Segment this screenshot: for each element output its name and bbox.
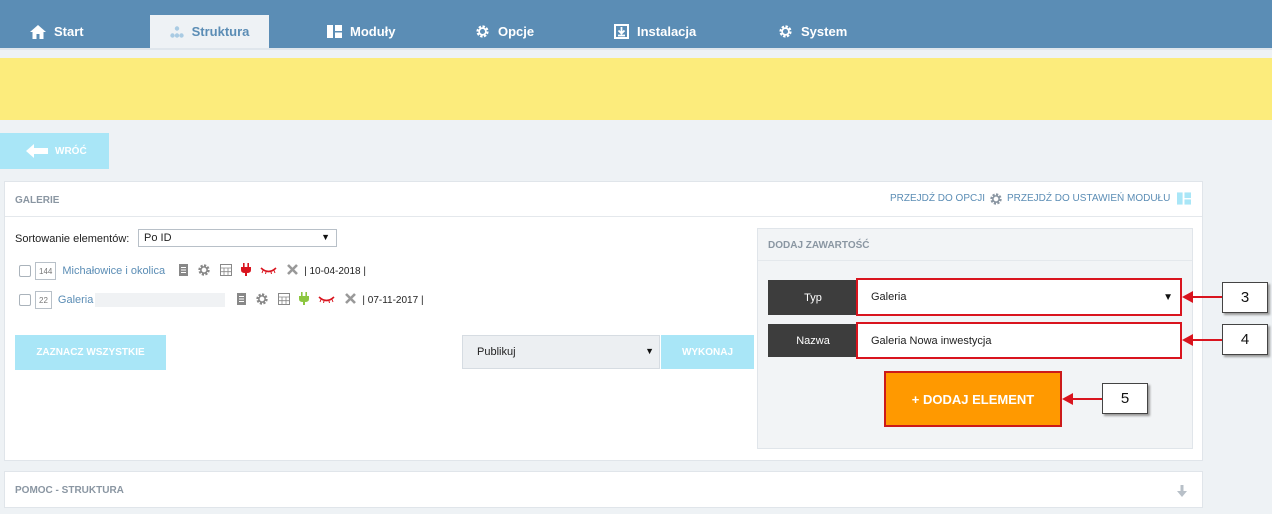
document-icon[interactable] bbox=[179, 263, 189, 279]
arrow-left-icon bbox=[26, 144, 48, 158]
gear-icon bbox=[476, 25, 489, 38]
eye-icon[interactable] bbox=[260, 265, 277, 277]
nav-divider bbox=[0, 48, 1272, 50]
item-date: | 07-11-2017 | bbox=[362, 294, 424, 306]
gear-icon[interactable] bbox=[989, 192, 1003, 206]
action-select[interactable]: Publikuj ▼ bbox=[462, 335, 660, 369]
tab-system[interactable]: System bbox=[778, 15, 847, 48]
calendar-icon[interactable] bbox=[278, 292, 291, 308]
caret-down-icon: ▼ bbox=[1163, 292, 1173, 303]
type-label: Typ bbox=[768, 280, 858, 315]
callout-arrow bbox=[1192, 296, 1222, 298]
name-label: Nazwa bbox=[768, 324, 858, 357]
panel-divider bbox=[5, 216, 444, 217]
item-checkbox[interactable] bbox=[19, 294, 31, 306]
plug-icon[interactable] bbox=[299, 292, 310, 308]
eye-icon[interactable] bbox=[318, 294, 335, 306]
gear-icon[interactable] bbox=[197, 263, 211, 280]
action-select-value: Publikuj bbox=[477, 346, 516, 358]
tab-opcje-label: Opcje bbox=[498, 24, 535, 39]
redacted-text bbox=[95, 293, 226, 307]
callout-arrow-head bbox=[1182, 334, 1193, 346]
callout-5: 5 bbox=[1102, 383, 1148, 414]
top-navigation: Start Struktura Moduły Opcje Instalacja … bbox=[0, 0, 1272, 48]
link-options[interactable]: PRZEJDŹ DO OPCJI bbox=[890, 193, 985, 204]
add-element-button[interactable]: + DODAJ ELEMENT bbox=[884, 371, 1062, 427]
tab-instalacja-label: Instalacja bbox=[637, 24, 697, 39]
modules-icon bbox=[327, 25, 342, 38]
notification-banner bbox=[0, 58, 1272, 120]
callout-3: 3 bbox=[1222, 282, 1268, 313]
back-button[interactable]: WRÓĆ bbox=[0, 133, 109, 169]
modules-icon[interactable] bbox=[1177, 192, 1191, 205]
callout-4: 4 bbox=[1222, 324, 1268, 355]
name-input[interactable]: Galeria Nowa inwestycja bbox=[856, 322, 1182, 359]
gallery-panel-title: GALERIE bbox=[15, 195, 60, 206]
plug-icon[interactable] bbox=[241, 263, 252, 279]
callout-arrow-head bbox=[1062, 393, 1073, 405]
tab-system-label: System bbox=[801, 24, 848, 39]
close-icon[interactable] bbox=[287, 264, 298, 278]
tab-opcje[interactable]: Opcje bbox=[475, 15, 534, 48]
item-id: 22 bbox=[35, 291, 52, 309]
add-content-title: DODAJ ZAWARTOŚĆ bbox=[768, 240, 870, 251]
item-date: | 10-04-2018 | bbox=[304, 265, 366, 277]
callout-arrow bbox=[1072, 398, 1102, 400]
help-panel[interactable] bbox=[4, 471, 1203, 508]
gear-icon[interactable] bbox=[255, 292, 269, 309]
type-select[interactable]: Galeria ▼ bbox=[856, 278, 1182, 316]
tab-struktura[interactable]: Struktura bbox=[150, 15, 269, 48]
type-select-value: Galeria bbox=[871, 291, 907, 303]
list-item: 22 Galeria | 07-11-2017 | bbox=[19, 290, 424, 310]
tab-start[interactable]: Start bbox=[30, 15, 84, 48]
callout-arrow-head bbox=[1182, 291, 1193, 303]
link-module-settings[interactable]: PRZEJDŹ DO USTAWIEŃ MODUŁU bbox=[1007, 193, 1170, 204]
panel-divider bbox=[444, 216, 1202, 217]
tab-moduly-label: Moduły bbox=[350, 24, 396, 39]
home-icon bbox=[30, 24, 46, 39]
execute-button[interactable]: WYKONAJ bbox=[661, 335, 754, 369]
arrow-down-icon[interactable] bbox=[1177, 485, 1187, 497]
item-checkbox[interactable] bbox=[19, 265, 31, 277]
calendar-icon[interactable] bbox=[220, 263, 233, 279]
sort-label: Sortowanie elementów: bbox=[15, 233, 130, 245]
callout-arrow bbox=[1192, 339, 1222, 341]
item-name[interactable]: Michałowice i okolica bbox=[62, 265, 165, 277]
tab-moduly[interactable]: Moduły bbox=[327, 15, 396, 48]
document-icon[interactable] bbox=[237, 292, 247, 308]
item-name[interactable]: Galeria bbox=[58, 294, 93, 306]
caret-down-icon: ▼ bbox=[321, 232, 330, 242]
tab-start-label: Start bbox=[54, 24, 84, 39]
close-icon[interactable] bbox=[345, 293, 357, 307]
sort-select[interactable]: Po ID ▼ bbox=[138, 229, 337, 247]
gear-icon bbox=[779, 25, 792, 38]
sitemap-icon bbox=[169, 25, 184, 38]
tab-struktura-label: Struktura bbox=[191, 24, 250, 39]
help-panel-title: POMOC - STRUKTURA bbox=[15, 485, 124, 496]
box-divider bbox=[758, 260, 1192, 261]
tab-instalacja[interactable]: Instalacja bbox=[614, 15, 696, 48]
item-id: 144 bbox=[35, 262, 57, 280]
list-item: 144 Michałowice i okolica | 10-04-2018 | bbox=[19, 261, 366, 281]
install-icon bbox=[614, 24, 629, 39]
sort-select-value: Po ID bbox=[144, 232, 172, 244]
back-button-label: WRÓĆ bbox=[55, 145, 87, 157]
select-all-button[interactable]: ZAZNACZ WSZYSTKIE bbox=[15, 335, 166, 370]
caret-down-icon: ▼ bbox=[645, 346, 654, 356]
